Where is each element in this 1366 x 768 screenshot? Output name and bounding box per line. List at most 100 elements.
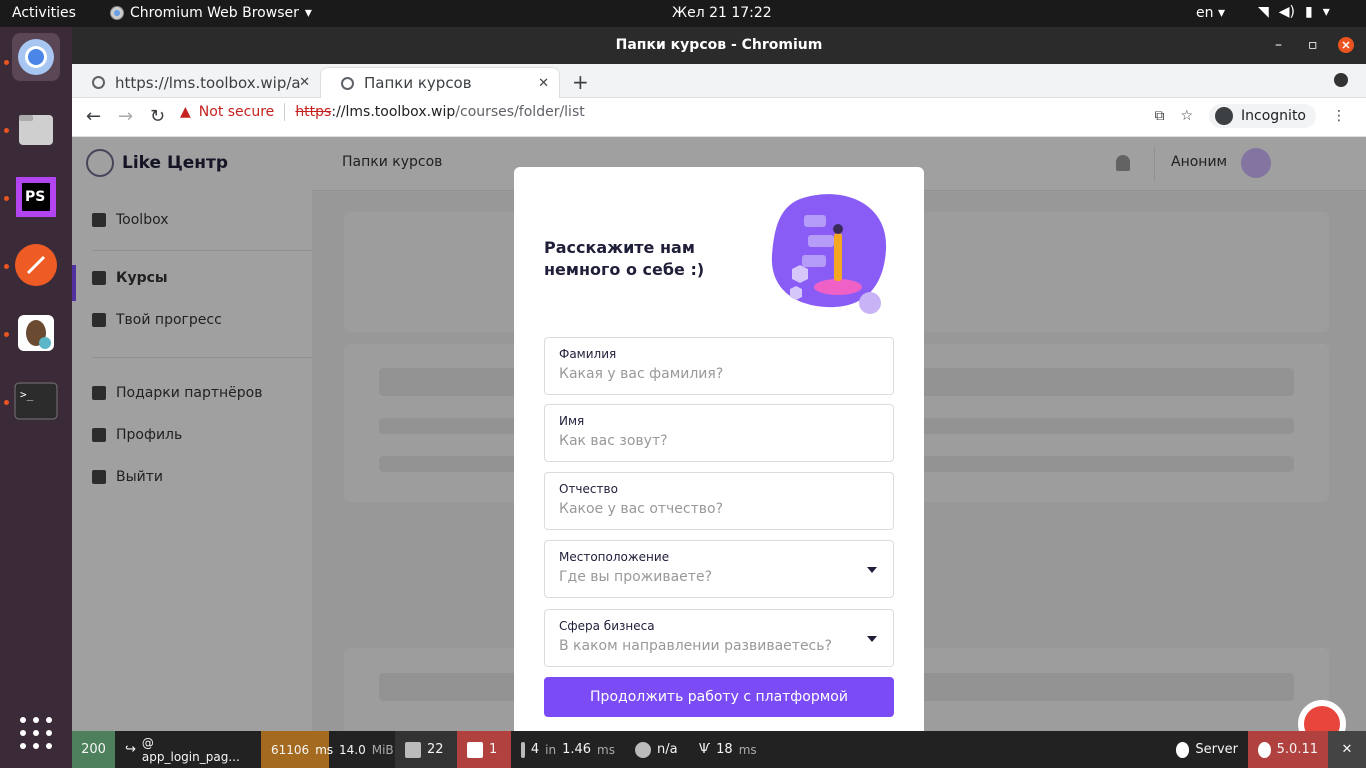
errors-panel[interactable]: 1 [457,731,511,768]
exclamation-icon [467,741,483,758]
system-tray[interactable]: ◥ ◀) ▮ ▾ [1258,4,1330,20]
system-top-bar: Activities Chromium Web Browser ▾ Жел 21… [0,0,1366,27]
battery-icon: ▮ [1305,4,1313,20]
volume-icon: ◀) [1278,4,1296,20]
time-value: 61106 [271,742,310,757]
tab-folders[interactable]: Папки курсов ✕ [320,67,560,98]
more-menu-icon[interactable]: ⋮ [1332,108,1346,124]
tab-strip: https://lms.toolbox.wip/a ✕ Папки курсов… [72,64,1366,98]
queries-time: 1.46 [562,742,592,757]
symfony-icon [1258,741,1271,758]
user-value: n/a [657,742,678,757]
field-label: Отчество [559,482,618,496]
location-input[interactable] [559,569,859,585]
tab-search-icon[interactable] [1334,73,1348,87]
location-select[interactable]: Местоположение [544,540,894,598]
status-code-badge[interactable]: 200 [72,731,115,768]
security-panel[interactable]: n/a [625,731,689,768]
dock: PS >_ [0,27,72,768]
globe-icon [92,76,105,89]
dock-dbeaver[interactable] [12,309,60,357]
close-tab-icon[interactable]: ✕ [538,76,549,91]
tab-label: Папки курсов [364,74,472,92]
minimize-button[interactable]: – [1275,27,1282,64]
symfony-icon [1176,741,1190,758]
running-indicator [4,264,9,269]
maximize-button[interactable]: ▫ [1308,27,1318,64]
db-panel[interactable]: 4 in 1.46 ms [511,731,625,768]
forward-button[interactable]: → [118,106,133,127]
language-indicator[interactable]: en ▾ [1196,5,1225,21]
middle-name-input[interactable] [559,501,859,517]
ajax-panel[interactable]: 22 [395,731,457,768]
toolbar-actions: ⧉ ☆ Incognito ⋮ [1154,104,1346,128]
queries-unit: ms [597,742,615,757]
tab-lms[interactable]: https://lms.toolbox.wip/a ✕ [72,67,320,98]
continue-button[interactable]: Продолжить работу с платформой [544,677,894,717]
window-title: Папки курсов - Chromium [615,37,823,53]
running-indicator [4,332,9,337]
activities-button[interactable]: Activities [12,5,76,21]
bookmark-star-icon[interactable]: ☆ [1180,108,1193,124]
web-page: Like Центр Toolbox Курсы Твой прогресс П… [72,137,1366,731]
memory-unit: MiB [371,742,394,757]
server-panel[interactable]: Server [1166,731,1248,768]
twig-panel[interactable]: Ѱ 18 ms [689,731,761,768]
dock-phpstorm[interactable]: PS [12,173,60,221]
chromium-icon [18,39,54,75]
first-name-input[interactable] [559,433,859,449]
back-button[interactable]: ← [86,106,101,127]
memory-value: 14.0 [339,742,366,757]
chevron-down-icon [867,636,877,642]
route-panel[interactable]: ↪ @ app_login_pag... [115,731,261,768]
clock[interactable]: Жел 21 17:22 [672,5,772,21]
queries-in: in [545,742,557,757]
address-bar[interactable]: ▲ Not secure https ://lms.toolbox.wip /c… [180,103,585,121]
running-indicator [4,128,9,133]
files-icon [19,115,53,145]
symfony-version-panel[interactable]: 5.0.11 [1248,731,1328,768]
close-icon: ✕ [1341,742,1353,757]
last-name-input[interactable] [559,366,859,382]
translate-icon[interactable]: ⧉ [1154,108,1164,124]
show-applications-button[interactable] [20,717,52,749]
running-indicator [4,196,9,201]
wifi-icon: ◥ [1258,4,1269,20]
postman-icon [15,244,57,286]
symfony-version: 5.0.11 [1276,742,1318,757]
hide-toolbar-button[interactable]: ✕ [1328,731,1366,768]
dock-chromium[interactable] [12,33,60,81]
close-tab-icon[interactable]: ✕ [299,75,310,90]
requests-count: 22 [427,742,444,757]
favicon-icon [341,76,354,90]
close-button[interactable] [1338,27,1354,68]
modal-title: Расскажите нам немного о себе :) [544,238,705,279]
memory-panel[interactable]: 14.0 MiB [329,731,395,768]
incognito-indicator[interactable]: Incognito [1209,104,1316,128]
new-tab-button[interactable]: + [572,70,589,94]
security-status[interactable]: Not secure [199,104,275,120]
twig-time: 18 [716,742,733,757]
illustration [771,194,887,314]
business-sphere-input[interactable] [559,638,859,654]
twig-icon: Ѱ [699,742,711,757]
app-menu[interactable]: Chromium Web Browser ▾ [110,5,312,21]
window-titlebar[interactable]: Папки курсов - Chromium – ▫ [72,27,1366,64]
browser-toolbar: ← → ↻ ▲ Not secure https ://lms.toolbox.… [72,98,1366,137]
dock-postman[interactable] [12,241,60,289]
url-path: /courses/folder/list [455,104,585,120]
chevron-down-icon [867,567,877,573]
chromium-icon [110,6,124,20]
app-menu-label: Chromium Web Browser [130,5,299,21]
redirect-icon: ↪ [125,742,136,757]
dock-files[interactable] [12,105,60,153]
svg-text:>_: >_ [20,388,34,401]
business-sphere-select[interactable]: Сфера бизнеса [544,609,894,667]
time-panel[interactable]: 61106 ms [261,731,333,768]
reload-button[interactable]: ↻ [150,106,165,127]
dock-terminal[interactable]: >_ [12,377,60,425]
errors-count: 1 [489,742,498,757]
url-host: ://lms.toolbox.wip [331,104,456,120]
refresh-icon [405,741,421,758]
symfony-debug-toolbar: 200 ↪ @ app_login_pag... 61106 ms 14.0 M… [72,731,1366,768]
